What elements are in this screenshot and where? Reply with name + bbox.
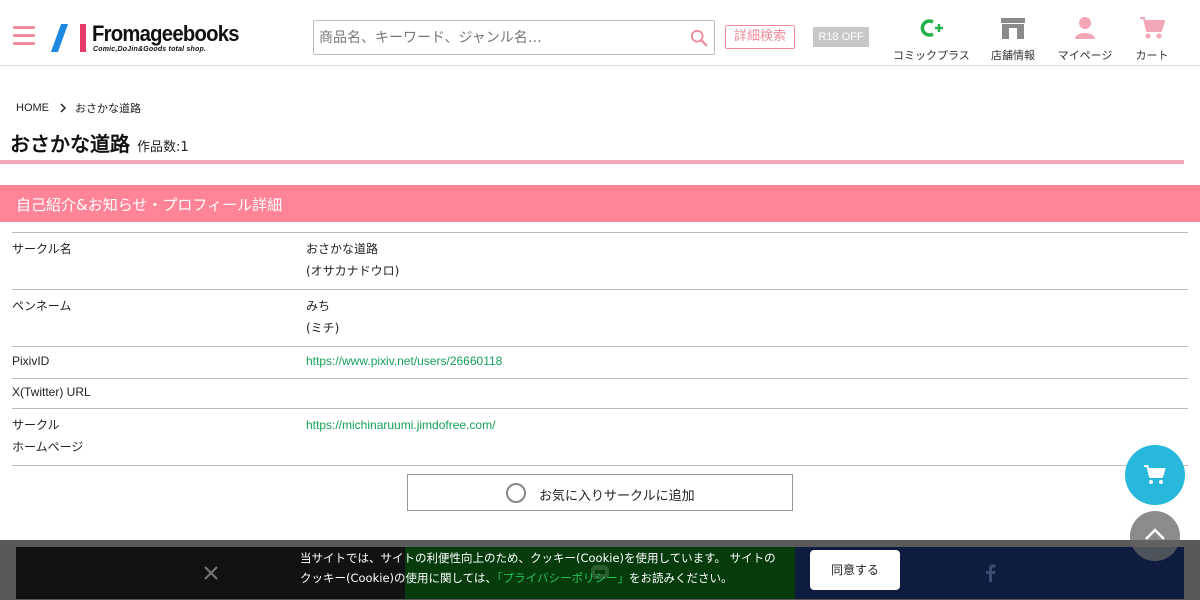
section-header: 自己紹介&お知らせ・プロフィール詳細 (0, 185, 1200, 222)
r18-toggle-button[interactable]: R18 OFF (813, 27, 869, 47)
nav-comic-plus-label: コミックプラス (893, 49, 970, 62)
cart-icon (1140, 17, 1165, 39)
chevron-up-icon (1145, 528, 1165, 540)
x-icon (203, 566, 218, 580)
nav-mypage-label: マイページ (1057, 49, 1113, 62)
circle-outline-icon (506, 483, 526, 503)
table-row: PixivID https://www.pixiv.net/users/2666… (12, 347, 1188, 379)
breadcrumb: HOME おさかな道路 (16, 100, 141, 116)
table-row: サークル名 おさかな道路 (オサカナドウロ) (12, 233, 1188, 290)
scroll-top-button[interactable] (1130, 511, 1180, 561)
floating-cart-button[interactable] (1125, 445, 1185, 505)
nav-mypage[interactable]: マイページ (1056, 14, 1114, 62)
profile-table: サークル名 おさかな道路 (オサカナドウロ) ペンネーム みち (ミチ) Pix… (12, 232, 1188, 466)
add-favorite-circle-button[interactable]: お気に入りサークルに追加 (407, 474, 793, 511)
pen-name-kana: (ミチ) (306, 320, 340, 335)
twitter-label: X(Twitter) URL (12, 384, 91, 399)
table-row: サークル ホームページ https://michinaruumi.jimdofr… (12, 409, 1188, 466)
nav-cart-label: カート (1135, 49, 1169, 62)
circle-name-label: サークル名 (12, 242, 72, 256)
work-count: 作品数:1 (137, 140, 189, 155)
search-box (313, 20, 715, 55)
nav-comic-plus[interactable]: コミックプラス (893, 14, 970, 62)
table-row: ペンネーム みち (ミチ) (12, 290, 1188, 347)
advanced-search-button[interactable]: 詳細検索 (725, 25, 795, 49)
cart-icon (1144, 465, 1166, 484)
pixiv-label: PixivID (12, 354, 50, 368)
pixiv-link[interactable]: https://www.pixiv.net/users/26660118 (306, 354, 502, 368)
page-title: おさかな道路 (10, 132, 130, 156)
homepage-label-line2: ホームページ (12, 439, 84, 454)
cookie-agree-button[interactable]: 同意する (810, 550, 900, 590)
search-icon[interactable] (690, 29, 708, 47)
privacy-policy-link[interactable]: 「プライバシーポリシー」 (497, 571, 629, 585)
search-input[interactable] (314, 21, 684, 54)
pen-name-value: みち (306, 299, 331, 313)
title-divider (0, 160, 1184, 164)
cookie-text-after: をお読みください。 (628, 571, 733, 585)
title-row: おさかな道路 作品数:1 (10, 128, 189, 157)
pen-name-label: ペンネーム (12, 299, 72, 313)
cookie-notice: 当サイトでは、サイトの利便性向上のため、クッキー(Cookie)を使用しています… (300, 548, 785, 588)
breadcrumb-home[interactable]: HOME (16, 102, 49, 114)
store-icon (1001, 18, 1025, 39)
homepage-link[interactable]: https://michinaruumi.jimdofree.com/ (306, 418, 495, 432)
menu-icon[interactable] (13, 26, 35, 46)
nav-cart[interactable]: カート (1130, 14, 1174, 62)
site-logo[interactable]: Fromageebooks Comic,DoJin&Goods total sh… (50, 21, 240, 56)
nav-store-info[interactable]: 店舗情報 (988, 14, 1038, 62)
comic-plus-icon (920, 19, 943, 37)
breadcrumb-current: おさかな道路 (75, 102, 141, 115)
chevron-right-icon (60, 103, 66, 113)
circle-name-value: おさかな道路 (306, 242, 379, 256)
facebook-icon (985, 564, 995, 582)
table-row: X(Twitter) URL (12, 379, 1188, 409)
logo-tagline: Comic,DoJin&Goods total shop. (93, 46, 207, 53)
user-icon (1075, 17, 1095, 39)
logo-text: Fromageebooks (92, 21, 240, 46)
nav-store-info-label: 店舗情報 (991, 49, 1035, 62)
site-header: Fromageebooks Comic,DoJin&Goods total sh… (0, 0, 1200, 66)
circle-name-kana: (オサカナドウロ) (306, 263, 400, 278)
homepage-label-line1: サークル (12, 418, 60, 432)
add-favorite-label: お気に入りサークルに追加 (539, 489, 695, 504)
section-title: 自己紹介&お知らせ・プロフィール詳細 (16, 196, 283, 214)
